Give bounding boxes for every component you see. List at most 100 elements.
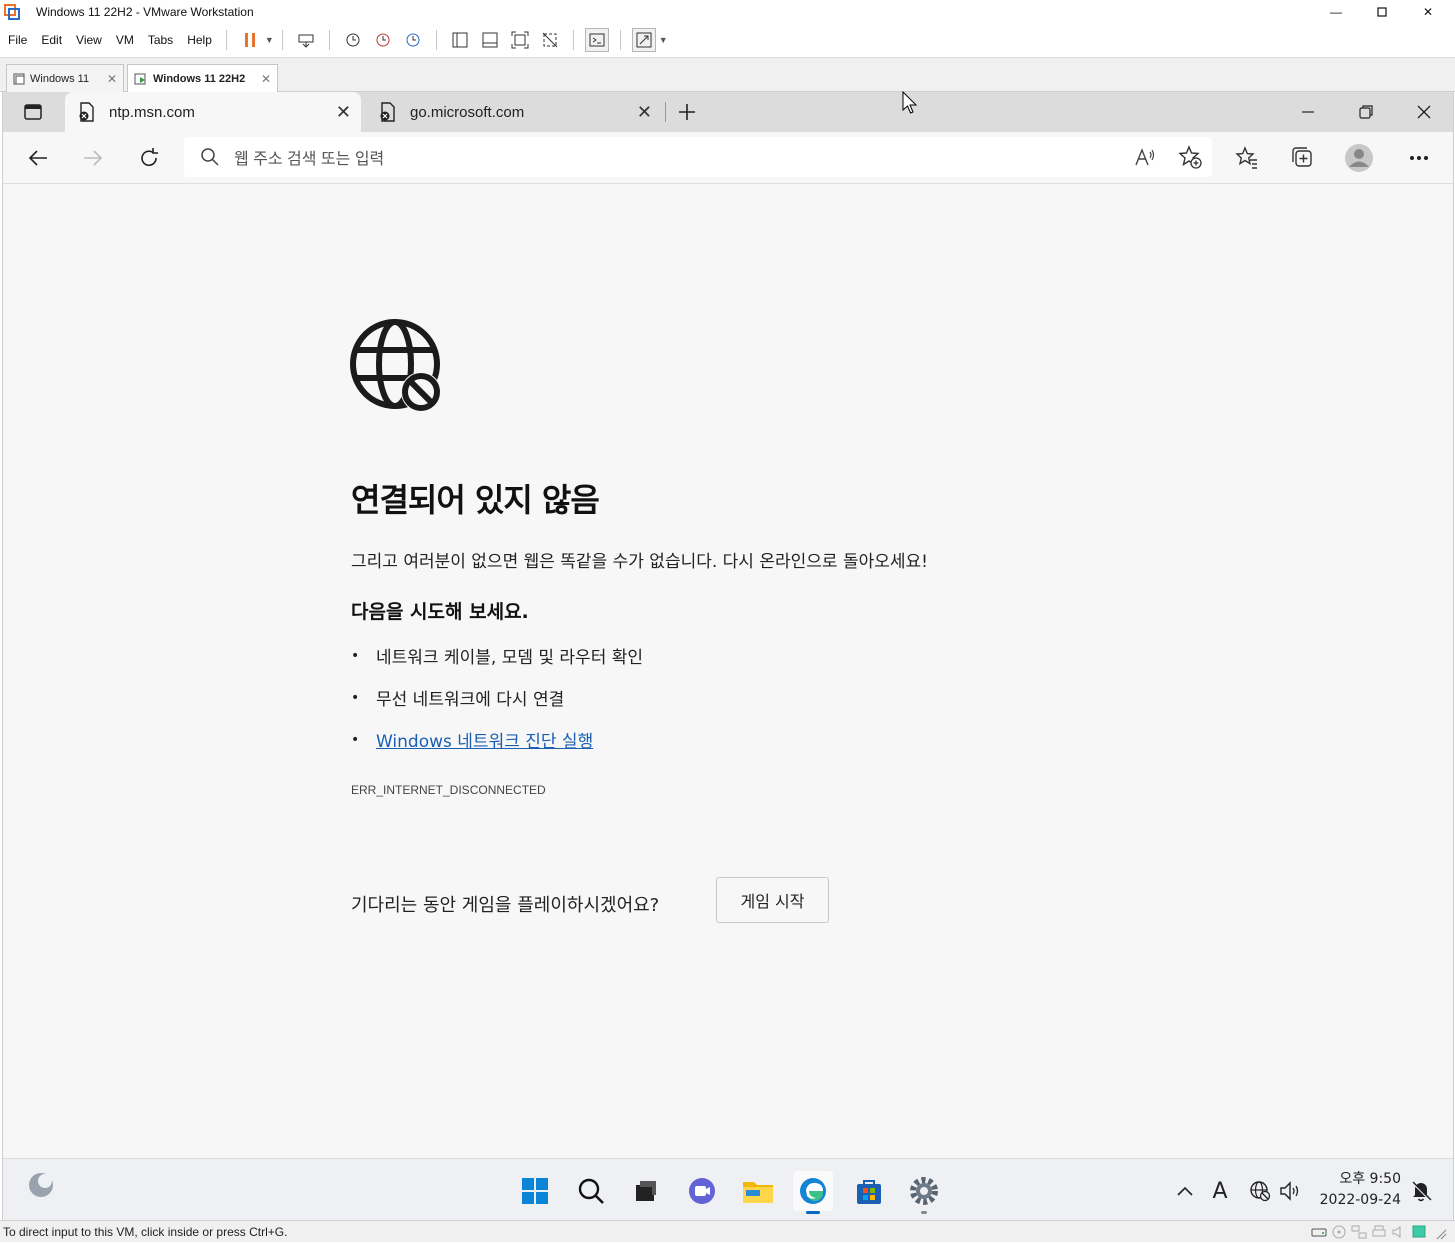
full-screen-button[interactable] <box>508 28 532 52</box>
sound-card-icon[interactable] <box>1391 1224 1407 1240</box>
system-clock[interactable]: 오후 9:50 2022-09-24 <box>1313 1169 1401 1211</box>
vm-tab-windows-11-22h2[interactable]: Windows 11 22H2 ✕ <box>127 64 278 93</box>
network-adapter-icon[interactable] <box>1351 1224 1367 1240</box>
weather-widget-icon <box>29 1173 53 1197</box>
close-icon <box>1417 105 1431 119</box>
suggestion-text: 무선 네트워크에 다시 연결 <box>376 690 565 710</box>
running-indicator <box>921 1211 927 1214</box>
suggestion-item: • 네트워크 케이블, 모뎀 및 라우터 확인 <box>351 643 643 669</box>
speaker-icon <box>1280 1181 1299 1201</box>
bullet: • <box>351 731 360 748</box>
close-icon[interactable]: ✕ <box>261 72 271 86</box>
message-log-icon[interactable] <box>1411 1224 1427 1240</box>
collections-icon <box>1292 147 1312 167</box>
settings-more-button[interactable] <box>1401 140 1437 176</box>
maximize-icon <box>1377 6 1387 17</box>
snapshot-manager-button[interactable] <box>401 28 425 52</box>
favorites-button[interactable] <box>1229 140 1265 176</box>
tab-divider <box>665 102 666 122</box>
network-disconnected-icon <box>1250 1181 1271 1202</box>
menu-view[interactable]: View <box>70 33 108 47</box>
settings-taskbar-button[interactable] <box>904 1171 944 1214</box>
send-ctrl-alt-del-button[interactable] <box>294 28 318 52</box>
search-button[interactable] <box>571 1171 611 1211</box>
network-button[interactable] <box>1246 1177 1274 1205</box>
maximize-button[interactable] <box>1359 0 1405 23</box>
thumbnail-view-button[interactable] <box>478 28 502 52</box>
menu-file[interactable]: File <box>2 33 33 47</box>
forward-button[interactable] <box>75 140 111 176</box>
chat-button[interactable] <box>682 1171 722 1211</box>
address-bar[interactable]: 웹 주소 검색 또는 입력 <box>184 137 1212 177</box>
more-icon <box>1410 156 1428 160</box>
store-button[interactable] <box>849 1171 889 1211</box>
widgets-button[interactable] <box>21 1165 61 1205</box>
device-status-icons <box>1311 1224 1447 1240</box>
windows-start-icon <box>522 1178 548 1204</box>
vmware-menu-bar: File Edit View VM Tabs Help ▼ ▼ <box>0 23 1455 58</box>
menu-tabs[interactable]: Tabs <box>142 33 179 47</box>
task-view-button[interactable] <box>626 1171 666 1211</box>
menu-help[interactable]: Help <box>181 33 218 47</box>
network-diagnostics-link[interactable]: Windows 네트워크 진단 실행 <box>376 727 593 752</box>
try-heading: 다음을 시도해 보세요. <box>351 601 529 623</box>
hard-disk-icon[interactable] <box>1311 1224 1327 1240</box>
close-tab-icon[interactable]: ✕ <box>637 102 652 123</box>
menu-vm[interactable]: VM <box>110 33 140 47</box>
new-tab-button[interactable] <box>669 94 705 130</box>
toolbar-divider <box>572 30 574 50</box>
close-tab-icon[interactable]: ✕ <box>336 102 351 123</box>
address-input[interactable]: 웹 주소 검색 또는 입력 <box>234 145 384 169</box>
edge-taskbar-button[interactable] <box>793 1171 833 1214</box>
input-indicator[interactable]: A <box>1206 1177 1234 1205</box>
pause-button[interactable] <box>238 28 262 52</box>
cd-rom-icon[interactable] <box>1331 1224 1347 1240</box>
snapshot-button[interactable] <box>341 28 365 52</box>
read-aloud-icon <box>1135 148 1155 166</box>
close-icon[interactable]: ✕ <box>107 72 117 86</box>
pause-dropdown-icon[interactable]: ▼ <box>265 35 274 45</box>
back-button[interactable] <box>20 140 56 176</box>
library-view-button[interactable] <box>448 28 472 52</box>
vm-tab-label: Windows 11 22H2 <box>153 73 246 85</box>
edge-minimize-button[interactable] <box>1279 92 1337 132</box>
toolbar-divider <box>619 30 621 50</box>
sidebar-icon <box>452 32 468 48</box>
menu-edit[interactable]: Edit <box>35 33 68 47</box>
revert-snapshot-button[interactable] <box>371 28 395 52</box>
chevron-up-icon <box>1177 1186 1193 1196</box>
keyboard-icon <box>298 34 314 48</box>
vm-tab-label: Windows 11 <box>30 72 90 85</box>
close-button[interactable]: ✕ <box>1405 0 1451 23</box>
vm-tab-windows-11[interactable]: Windows 11 ✕ <box>6 64 124 92</box>
stretch-guest-button[interactable] <box>631 28 656 52</box>
edge-tab-go-microsoft[interactable]: go.microsoft.com ✕ <box>366 92 662 132</box>
edge-close-button[interactable] <box>1395 92 1453 132</box>
toolbar-divider <box>435 30 437 50</box>
profile-button[interactable] <box>1341 140 1377 176</box>
resize-grip-icon[interactable] <box>1431 1224 1447 1240</box>
tab-title: go.microsoft.com <box>410 103 525 121</box>
vm-screen[interactable]: ntp.msn.com ✕ go.microsoft.com ✕ 웹 주소 검색… <box>2 92 1454 1220</box>
folder-icon <box>743 1182 773 1203</box>
edge-restore-button[interactable] <box>1337 92 1395 132</box>
notifications-button[interactable] <box>1407 1177 1435 1205</box>
console-view-button[interactable] <box>584 28 609 52</box>
minimize-button[interactable]: — <box>1313 0 1359 23</box>
add-favorite-button[interactable] <box>1178 145 1202 169</box>
file-explorer-button[interactable] <box>738 1171 778 1211</box>
task-view-icon <box>636 1181 656 1201</box>
tab-actions-button[interactable] <box>15 94 51 130</box>
collections-button[interactable] <box>1285 140 1321 176</box>
show-hidden-icons-button[interactable] <box>1171 1177 1199 1205</box>
start-game-button[interactable]: 게임 시작 <box>716 877 829 923</box>
edge-tab-ntp[interactable]: ntp.msn.com ✕ <box>65 92 361 132</box>
stretch-dropdown-icon[interactable]: ▼ <box>659 35 668 45</box>
refresh-button[interactable] <box>131 140 167 176</box>
volume-button[interactable] <box>1277 1177 1305 1205</box>
read-aloud-button[interactable] <box>1134 147 1156 167</box>
unity-button[interactable] <box>538 28 562 52</box>
edge-nav-bar: 웹 주소 검색 또는 입력 <box>3 132 1453 184</box>
printer-icon[interactable] <box>1371 1224 1387 1240</box>
start-button[interactable] <box>515 1171 555 1211</box>
